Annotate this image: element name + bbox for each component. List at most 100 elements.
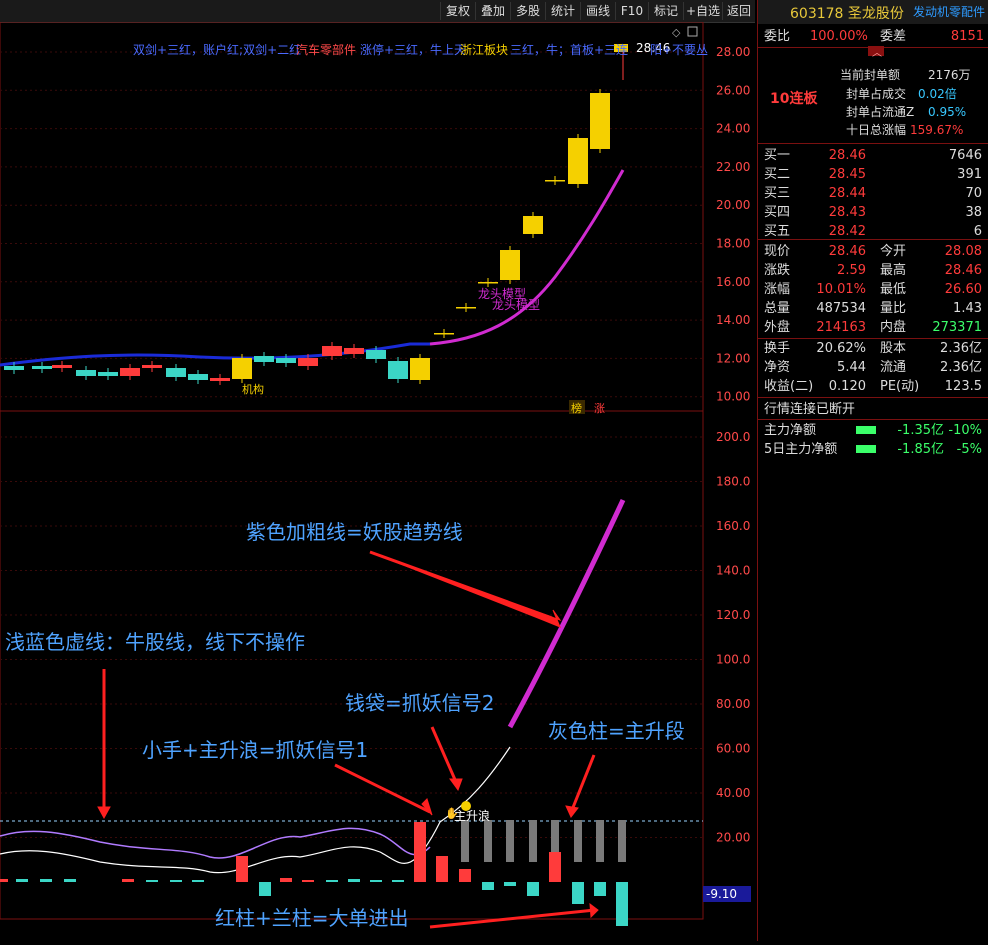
bid-price: 28.45	[828, 167, 866, 182]
stat-value: 0.120	[828, 379, 866, 394]
toolbar-overlay-button[interactable]: 叠加	[475, 2, 510, 20]
flow-value: -1.35亿	[897, 423, 944, 438]
bid-label: 买二	[764, 167, 791, 182]
stat-label-2: 量比	[880, 301, 907, 316]
gray-main-rise-bar	[596, 820, 604, 862]
stat-value: 2.59	[837, 263, 866, 278]
toolbar-back-button[interactable]: 返回	[722, 2, 755, 20]
kline-chart-svg[interactable]: 28.00 26.00 24.00 22.00 20.00 18.00 16.00 14.00…	[0, 21, 755, 941]
candle-body	[98, 372, 118, 376]
seal-amount-label: 当前封单额	[840, 68, 901, 82]
header-indicator-text-4: 阳+不要丛	[650, 43, 708, 57]
stat-row: 现价 28.46 今开 28.08	[758, 242, 988, 261]
indicator-tick-label: 60.00	[716, 742, 750, 756]
price-tick-label: 10.00	[716, 390, 750, 404]
weibi-label: 委比	[764, 29, 791, 44]
stat-label: 总量	[764, 301, 791, 316]
seal-deal-label: 封单占成交	[846, 87, 907, 101]
connection-status: 行情连接已断开	[764, 402, 856, 417]
gray-main-rise-bar	[506, 820, 514, 862]
indicator-tick-label: 180.0	[716, 475, 750, 489]
weicha-label: 委差	[880, 29, 907, 44]
toolbar-add-favorite-button[interactable]: +自选	[683, 2, 722, 20]
bid-row: 买四 28.43 38	[758, 203, 988, 222]
seal-float-value: 0.95%	[928, 105, 967, 119]
bid-price: 28.46	[828, 148, 866, 163]
indicator-tick-label: 140.0	[716, 564, 750, 578]
candle-body	[276, 358, 296, 363]
dragon-model-label-2: 龙头模型	[492, 298, 540, 312]
price-axis: 28.00 26.00 24.00 22.00 20.00 18.00 16.00 14.00…	[716, 45, 750, 404]
quote-panel: 603178 圣龙股份 发动机零配件 委比 100.00% 委差 8151 ︿ …	[757, 0, 988, 941]
arrow-hand	[334, 763, 431, 814]
toolbar-multistock-button[interactable]: 多股	[510, 2, 545, 20]
candle-body	[456, 307, 476, 309]
fund-flow-row: 5日主力净额 -1.85亿 -5%	[758, 440, 988, 459]
candle-body	[434, 333, 454, 335]
candle-body	[120, 368, 140, 376]
chevron-up-icon[interactable]: ︿	[872, 44, 882, 59]
fund-flow-row: 主力净额 -1.35亿 -10%	[758, 421, 988, 440]
candle-body	[254, 356, 274, 362]
volume-flow-bar	[16, 879, 28, 882]
gray-main-rise-bar	[618, 820, 626, 862]
price-tick-label: 22.00	[716, 160, 750, 174]
toolbar-draw-button[interactable]: 画线	[580, 2, 615, 20]
stat-label: 净资	[764, 360, 791, 375]
stat-value-2: 2.36亿	[940, 341, 982, 356]
stat-label: 换手	[764, 341, 791, 356]
bang-badge: 榜	[571, 401, 582, 415]
stat-value: 5.44	[837, 360, 866, 375]
volume-flow-bar	[326, 880, 338, 882]
arrow-moneybag	[430, 726, 458, 783]
stat-value-2: 26.60	[944, 282, 982, 297]
volume-flow-bar	[40, 879, 52, 882]
price-tick-label: 28.00	[716, 45, 750, 59]
candles	[4, 89, 610, 385]
stat-row: 外盘 214163 内盘 273371	[758, 318, 988, 337]
volume-flow-bar	[527, 882, 539, 896]
indicator-tick-label: 160.0	[716, 519, 750, 533]
seal-float-label: 封单占流通Z	[846, 105, 915, 119]
stat-label: 外盘	[764, 320, 791, 335]
stat-label: 现价	[764, 244, 791, 259]
volume-flow-bar	[392, 880, 404, 882]
candle-body	[32, 366, 52, 369]
candle-body	[478, 282, 498, 284]
volume-flow-bar	[616, 882, 628, 926]
bid-row: 买三 28.44 70	[758, 184, 988, 203]
chart-area[interactable]: 28.00 26.00 24.00 22.00 20.00 18.00 16.00 14.00…	[0, 21, 755, 941]
toolbar-stats-button[interactable]: 统计	[545, 2, 580, 20]
stat-label-2: 流通	[880, 360, 907, 375]
candle-body	[76, 370, 96, 376]
header-indicator-text-3: 三红，牛；首板+三连	[510, 42, 628, 57]
bid-label: 买三	[764, 186, 791, 201]
bid-volume: 38	[965, 205, 982, 220]
indicator-purple-line	[0, 827, 431, 859]
candle-body	[188, 374, 208, 380]
ten-day-value: 159.67%	[910, 123, 964, 137]
stock-concept[interactable]: 发动机零配件	[913, 3, 985, 20]
volume-flow-bar	[236, 856, 248, 882]
volume-flow-bar	[280, 878, 292, 882]
flow-value: -1.85亿	[897, 442, 944, 457]
volume-flow-bar	[482, 882, 494, 890]
stat-value: 10.01%	[816, 282, 866, 297]
stat-label-2: 最高	[880, 263, 907, 278]
stock-code-name[interactable]: 603178 圣龙股份	[790, 3, 904, 23]
note-light-blue: 浅蓝色虚线：牛股线，线下不操作	[5, 630, 305, 654]
toolbar-fuquan-button[interactable]: 复权	[440, 2, 475, 20]
gray-main-rise-bar	[461, 820, 469, 862]
volume-flow-bar	[370, 880, 382, 882]
arrow-graybar	[570, 754, 596, 811]
candle-body	[52, 365, 72, 368]
seal-deal-value: 0.02倍	[918, 87, 957, 101]
toolbar-f10-button[interactable]: F10	[615, 2, 648, 20]
volume-flow-bar	[146, 880, 158, 882]
candle-body	[545, 180, 565, 182]
bid-price: 28.44	[828, 186, 866, 201]
price-tick-label: 26.00	[716, 83, 750, 97]
ten-day-label: 十日总涨幅	[846, 123, 907, 137]
toolbar-mark-button[interactable]: 标记	[648, 2, 683, 20]
bid-label: 买一	[764, 148, 791, 163]
